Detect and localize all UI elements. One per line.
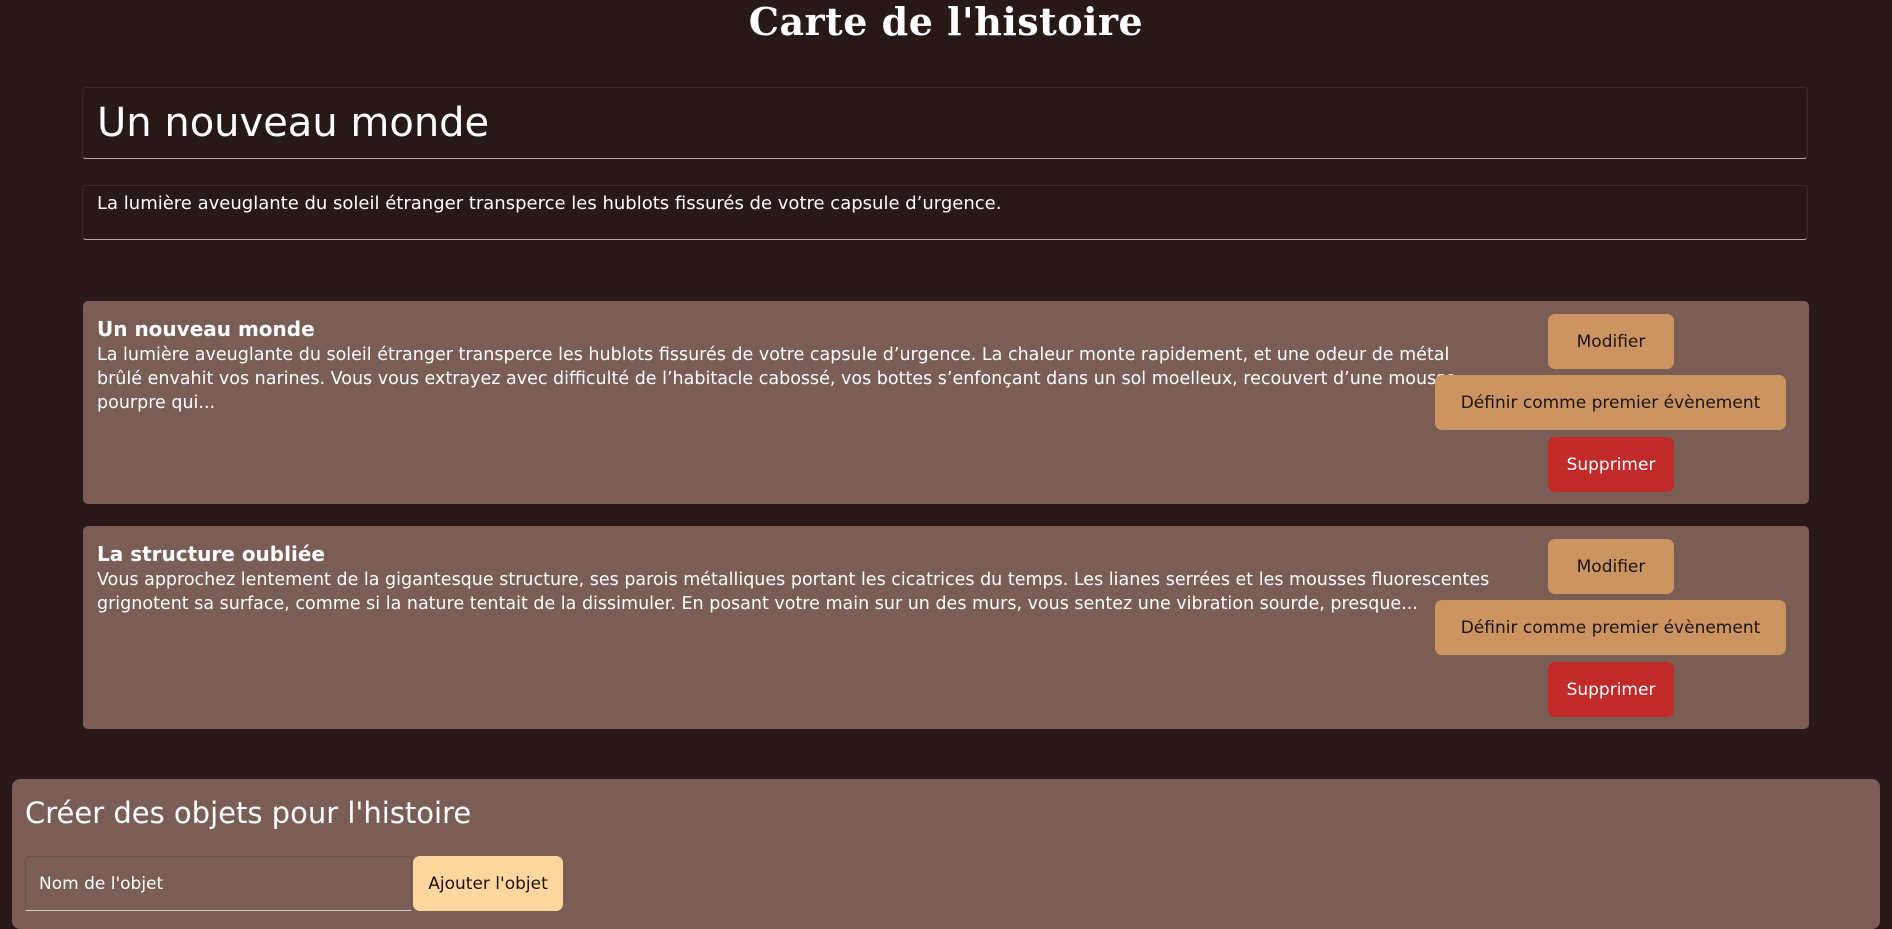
edit-event-button[interactable]: Modifier <box>1548 314 1674 369</box>
story-description-field[interactable]: La lumière aveuglante du soleil étranger… <box>82 185 1808 240</box>
event-title: Un nouveau monde <box>97 317 315 341</box>
event-text: La lumière aveuglante du soleil étranger… <box>97 345 1457 413</box>
event-card: La structure oubliée Vous approchez lent… <box>83 526 1809 729</box>
objects-panel: Créer des objets pour l'histoire Ajouter… <box>12 779 1880 929</box>
add-object-button[interactable]: Ajouter l'objet <box>413 856 563 911</box>
object-name-input[interactable] <box>25 856 412 911</box>
event-title: La structure oubliée <box>97 542 325 566</box>
set-first-event-button[interactable]: Définir comme premier évènement <box>1435 600 1786 655</box>
event-card: Un nouveau monde La lumière aveuglante d… <box>83 301 1809 504</box>
delete-event-button[interactable]: Supprimer <box>1548 437 1674 492</box>
set-first-event-button[interactable]: Définir comme premier évènement <box>1435 375 1786 430</box>
edit-event-button[interactable]: Modifier <box>1548 539 1674 594</box>
delete-event-button[interactable]: Supprimer <box>1548 662 1674 717</box>
event-text: Vous approchez lentement de la gigantesq… <box>97 570 1490 614</box>
objects-section-title: Créer des objets pour l'histoire <box>25 796 472 830</box>
story-title-field[interactable]: Un nouveau monde <box>82 87 1808 159</box>
page-title: Carte de l'histoire <box>748 0 1144 44</box>
